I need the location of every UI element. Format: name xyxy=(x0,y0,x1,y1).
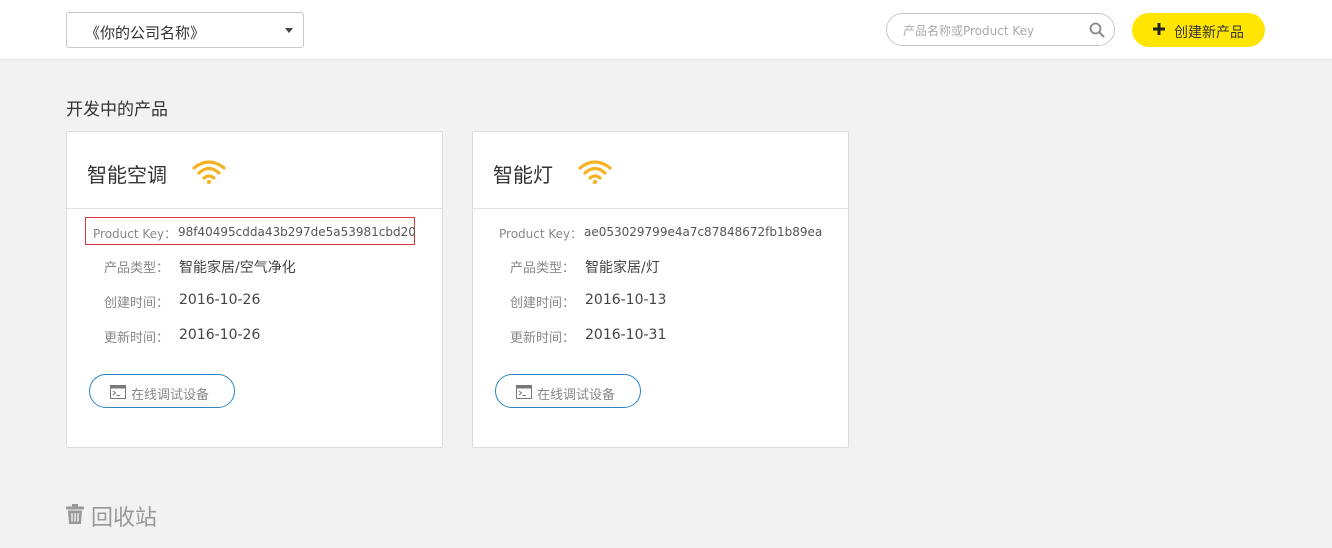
section-title: 开发中的产品 xyxy=(66,100,168,120)
product-card-header[interactable]: 智能空调 xyxy=(67,132,442,209)
wifi-icon xyxy=(578,160,612,185)
create-product-label: 创建新产品 xyxy=(1174,25,1244,41)
updated-value: 2016-10-26 xyxy=(179,327,261,343)
search-icon[interactable] xyxy=(1089,22,1105,38)
create-product-button[interactable]: 创建新产品 xyxy=(1132,13,1265,47)
created-value: 2016-10-26 xyxy=(179,292,261,308)
product-type-label: 产品类型： xyxy=(104,261,170,276)
recycle-bin-label: 回收站 xyxy=(91,506,158,531)
plus-icon xyxy=(1153,23,1165,35)
product-key-value: 98f40495cdda43b297de5a53981cbd20 xyxy=(178,225,416,239)
online-debug-button[interactable]: 在线调试设备 xyxy=(89,374,235,408)
company-select-value: 《你的公司名称》 xyxy=(85,24,206,42)
product-key-label: Product Key： xyxy=(93,227,177,241)
search-input[interactable] xyxy=(901,20,1085,42)
product-type-value: 智能家居/灯 xyxy=(585,260,660,276)
top-bar: 《你的公司名称》 创建新产品 xyxy=(0,0,1332,60)
online-debug-button[interactable]: 在线调试设备 xyxy=(495,374,641,408)
product-card: 智能空调 Product Key： 98f40495cdda43b297de5a… xyxy=(66,131,443,448)
created-label: 创建时间： xyxy=(104,296,170,311)
created-value: 2016-10-13 xyxy=(585,292,667,308)
product-name[interactable]: 智能灯 xyxy=(493,159,553,188)
wifi-icon xyxy=(192,160,226,185)
terminal-icon xyxy=(516,385,532,399)
search-box[interactable] xyxy=(886,13,1115,46)
terminal-icon xyxy=(110,385,126,399)
trash-icon xyxy=(66,504,84,524)
online-debug-label: 在线调试设备 xyxy=(537,388,616,403)
product-key-label: Product Key： xyxy=(499,227,583,241)
updated-label: 更新时间： xyxy=(104,331,170,346)
online-debug-label: 在线调试设备 xyxy=(131,388,210,403)
chevron-down-icon xyxy=(285,28,293,33)
product-name[interactable]: 智能空调 xyxy=(87,159,167,188)
updated-label: 更新时间： xyxy=(510,331,576,346)
company-select[interactable]: 《你的公司名称》 xyxy=(66,12,304,48)
updated-value: 2016-10-31 xyxy=(585,327,667,343)
created-label: 创建时间： xyxy=(510,296,576,311)
product-card-header[interactable]: 智能灯 xyxy=(473,132,848,209)
product-card: 智能灯 Product Key： ae053029799e4a7c8784867… xyxy=(472,131,849,448)
product-type-value: 智能家居/空气净化 xyxy=(179,260,296,276)
product-type-label: 产品类型： xyxy=(510,261,576,276)
product-key-value: ae053029799e4a7c87848672fb1b89ea xyxy=(584,225,823,239)
